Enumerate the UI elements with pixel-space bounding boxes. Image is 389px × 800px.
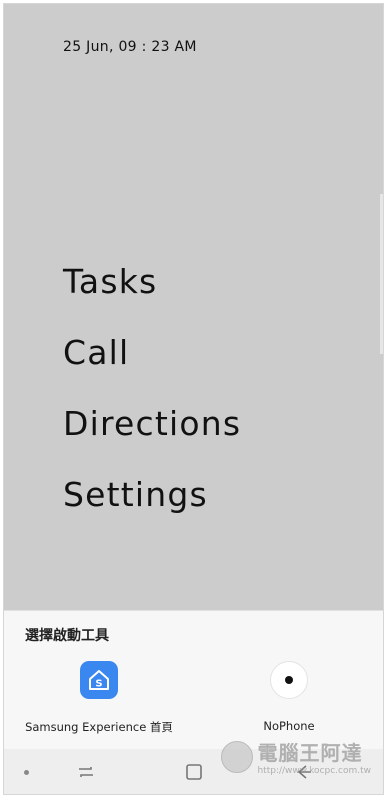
svg-text:S: S xyxy=(95,679,102,690)
app-label-nophone: NoPhone xyxy=(263,719,315,733)
launcher-screen: 25 Jun, 09 : 23 AM Tasks Call Directions… xyxy=(4,4,383,610)
navigation-bar: 電腦王阿達 http://www.kocpc.com.tw xyxy=(4,740,383,794)
menu-item-directions[interactable]: Directions xyxy=(63,388,241,459)
date-time: 25 Jun, 09 : 23 AM xyxy=(63,39,197,55)
chooser-title: 選擇啟動工具 xyxy=(25,628,109,644)
watermark-title: 電腦王阿達 xyxy=(257,741,363,765)
menu-item-tasks[interactable]: Tasks xyxy=(63,246,241,317)
nophone-icon xyxy=(270,661,308,699)
app-option-samsung-home[interactable]: S Samsung Experience 首頁 xyxy=(4,661,194,741)
dot-icon xyxy=(23,769,29,775)
phone-frame: 25 Jun, 09 : 23 AM Tasks Call Directions… xyxy=(3,3,384,795)
recents-button[interactable] xyxy=(72,759,100,785)
scroll-indicator xyxy=(380,194,383,354)
watermark: 電腦王阿達 http://www.kocpc.com.tw xyxy=(221,737,371,776)
home-button[interactable] xyxy=(180,759,208,785)
nav-dot-button[interactable] xyxy=(12,759,40,785)
watermark-url: http://www.kocpc.com.tw xyxy=(257,766,371,776)
samsung-home-icon: S xyxy=(80,661,118,699)
launcher-chooser-sheet: 選擇啟動工具 S Samsung Experience 首頁 NoPhone xyxy=(4,610,383,752)
recents-icon xyxy=(79,767,93,777)
home-icon xyxy=(186,764,202,780)
watermark-mascot-icon xyxy=(221,740,254,773)
menu-item-call[interactable]: Call xyxy=(63,317,241,388)
app-option-nophone[interactable]: NoPhone xyxy=(194,661,383,741)
launcher-menu: Tasks Call Directions Settings xyxy=(63,246,241,530)
app-label-samsung-home: Samsung Experience 首頁 xyxy=(25,720,173,734)
menu-item-settings[interactable]: Settings xyxy=(63,459,241,530)
